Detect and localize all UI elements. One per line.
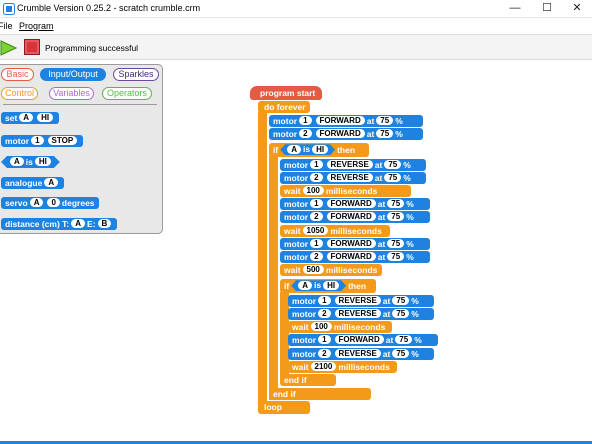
motor-block[interactable]: motor 1 REVERSE at 75% xyxy=(288,295,434,307)
tab-sparkles[interactable]: Sparkles xyxy=(113,68,159,81)
tab-control[interactable]: Control xyxy=(1,87,38,100)
motor-block[interactable]: motor 1 FORWARD at 75% xyxy=(280,198,430,210)
wait-block[interactable]: wait 2100 milliseconds xyxy=(288,361,397,373)
motor-block[interactable]: motor 2 FORWARD at 75% xyxy=(280,211,430,223)
tab-variables[interactable]: Variables xyxy=(49,87,94,100)
if-arm xyxy=(269,156,278,400)
palette-is-block[interactable]: Ais HI xyxy=(1,156,60,168)
wait-block[interactable]: wait 500 milliseconds xyxy=(280,264,382,276)
motor-block[interactable]: motor 1 FORWARD at 75% xyxy=(269,115,423,127)
palette-motor-block[interactable]: motor 1 STOP xyxy=(1,135,84,147)
palette-servo-block[interactable]: servo A 0 degrees xyxy=(1,197,99,209)
if-block[interactable]: if Ais HI then xyxy=(269,143,369,157)
if-block[interactable]: if Ais HI then xyxy=(280,279,376,293)
motor-block[interactable]: motor 2 REVERSE at 75% xyxy=(288,348,434,360)
status-message: Programming successful xyxy=(45,43,139,53)
end-if-block[interactable]: end if xyxy=(269,388,371,400)
tab-input-output[interactable]: Input/Output xyxy=(40,68,106,81)
motor-block[interactable]: motor 1 FORWARD at 75% xyxy=(288,334,438,346)
motor-block[interactable]: motor 2 FORWARD at 75% xyxy=(280,251,430,263)
stop-button[interactable] xyxy=(24,39,40,55)
wait-block[interactable]: wait 100 milliseconds xyxy=(288,321,392,333)
tab-basic[interactable]: Basic xyxy=(1,68,34,81)
menu-program[interactable]: Program xyxy=(19,21,54,31)
minimize-button[interactable]: — xyxy=(500,0,530,18)
toolbar: Programming successful xyxy=(0,34,592,60)
end-if-block[interactable]: end if xyxy=(280,374,336,386)
motor-block[interactable]: motor 1 REVERSE at 75% xyxy=(280,159,426,171)
motor-block[interactable]: motor 1 FORWARD at 75% xyxy=(280,238,430,250)
play-button[interactable] xyxy=(0,39,18,57)
wait-block[interactable]: wait 100 milliseconds xyxy=(280,185,411,197)
palette-set-block[interactable]: set A HI xyxy=(1,112,60,124)
loop-block[interactable]: loop xyxy=(258,401,310,414)
menu-file[interactable]: File xyxy=(0,21,13,31)
crumble-app-icon xyxy=(3,3,15,15)
tab-operators[interactable]: Operators xyxy=(102,87,152,100)
wait-block[interactable]: wait 1050 milliseconds xyxy=(280,225,390,237)
menu-bar: File Program xyxy=(0,19,592,33)
block-palette: Basic Input/Output Sparkles Control Vari… xyxy=(0,64,163,234)
motor-block[interactable]: motor 2 REVERSE at 75% xyxy=(280,172,426,184)
motor-block[interactable]: motor 2 FORWARD at 75% xyxy=(269,128,423,140)
palette-distance-block[interactable]: distance (cm) T: A E: B xyxy=(1,218,118,230)
title-bar: Crumble Version 0.25.2 - scratch crumble… xyxy=(0,0,592,18)
palette-analogue-block[interactable]: analogue A xyxy=(1,177,65,189)
close-button[interactable]: ✕ xyxy=(562,0,592,18)
motor-block[interactable]: motor 2 REVERSE at 75% xyxy=(288,308,434,320)
program-start-block[interactable]: program start xyxy=(250,86,322,100)
palette-divider xyxy=(3,104,157,105)
window-title: Crumble Version 0.25.2 - scratch crumble… xyxy=(17,3,201,13)
maximize-button[interactable]: ☐ xyxy=(532,0,562,18)
forever-arm xyxy=(258,112,267,404)
